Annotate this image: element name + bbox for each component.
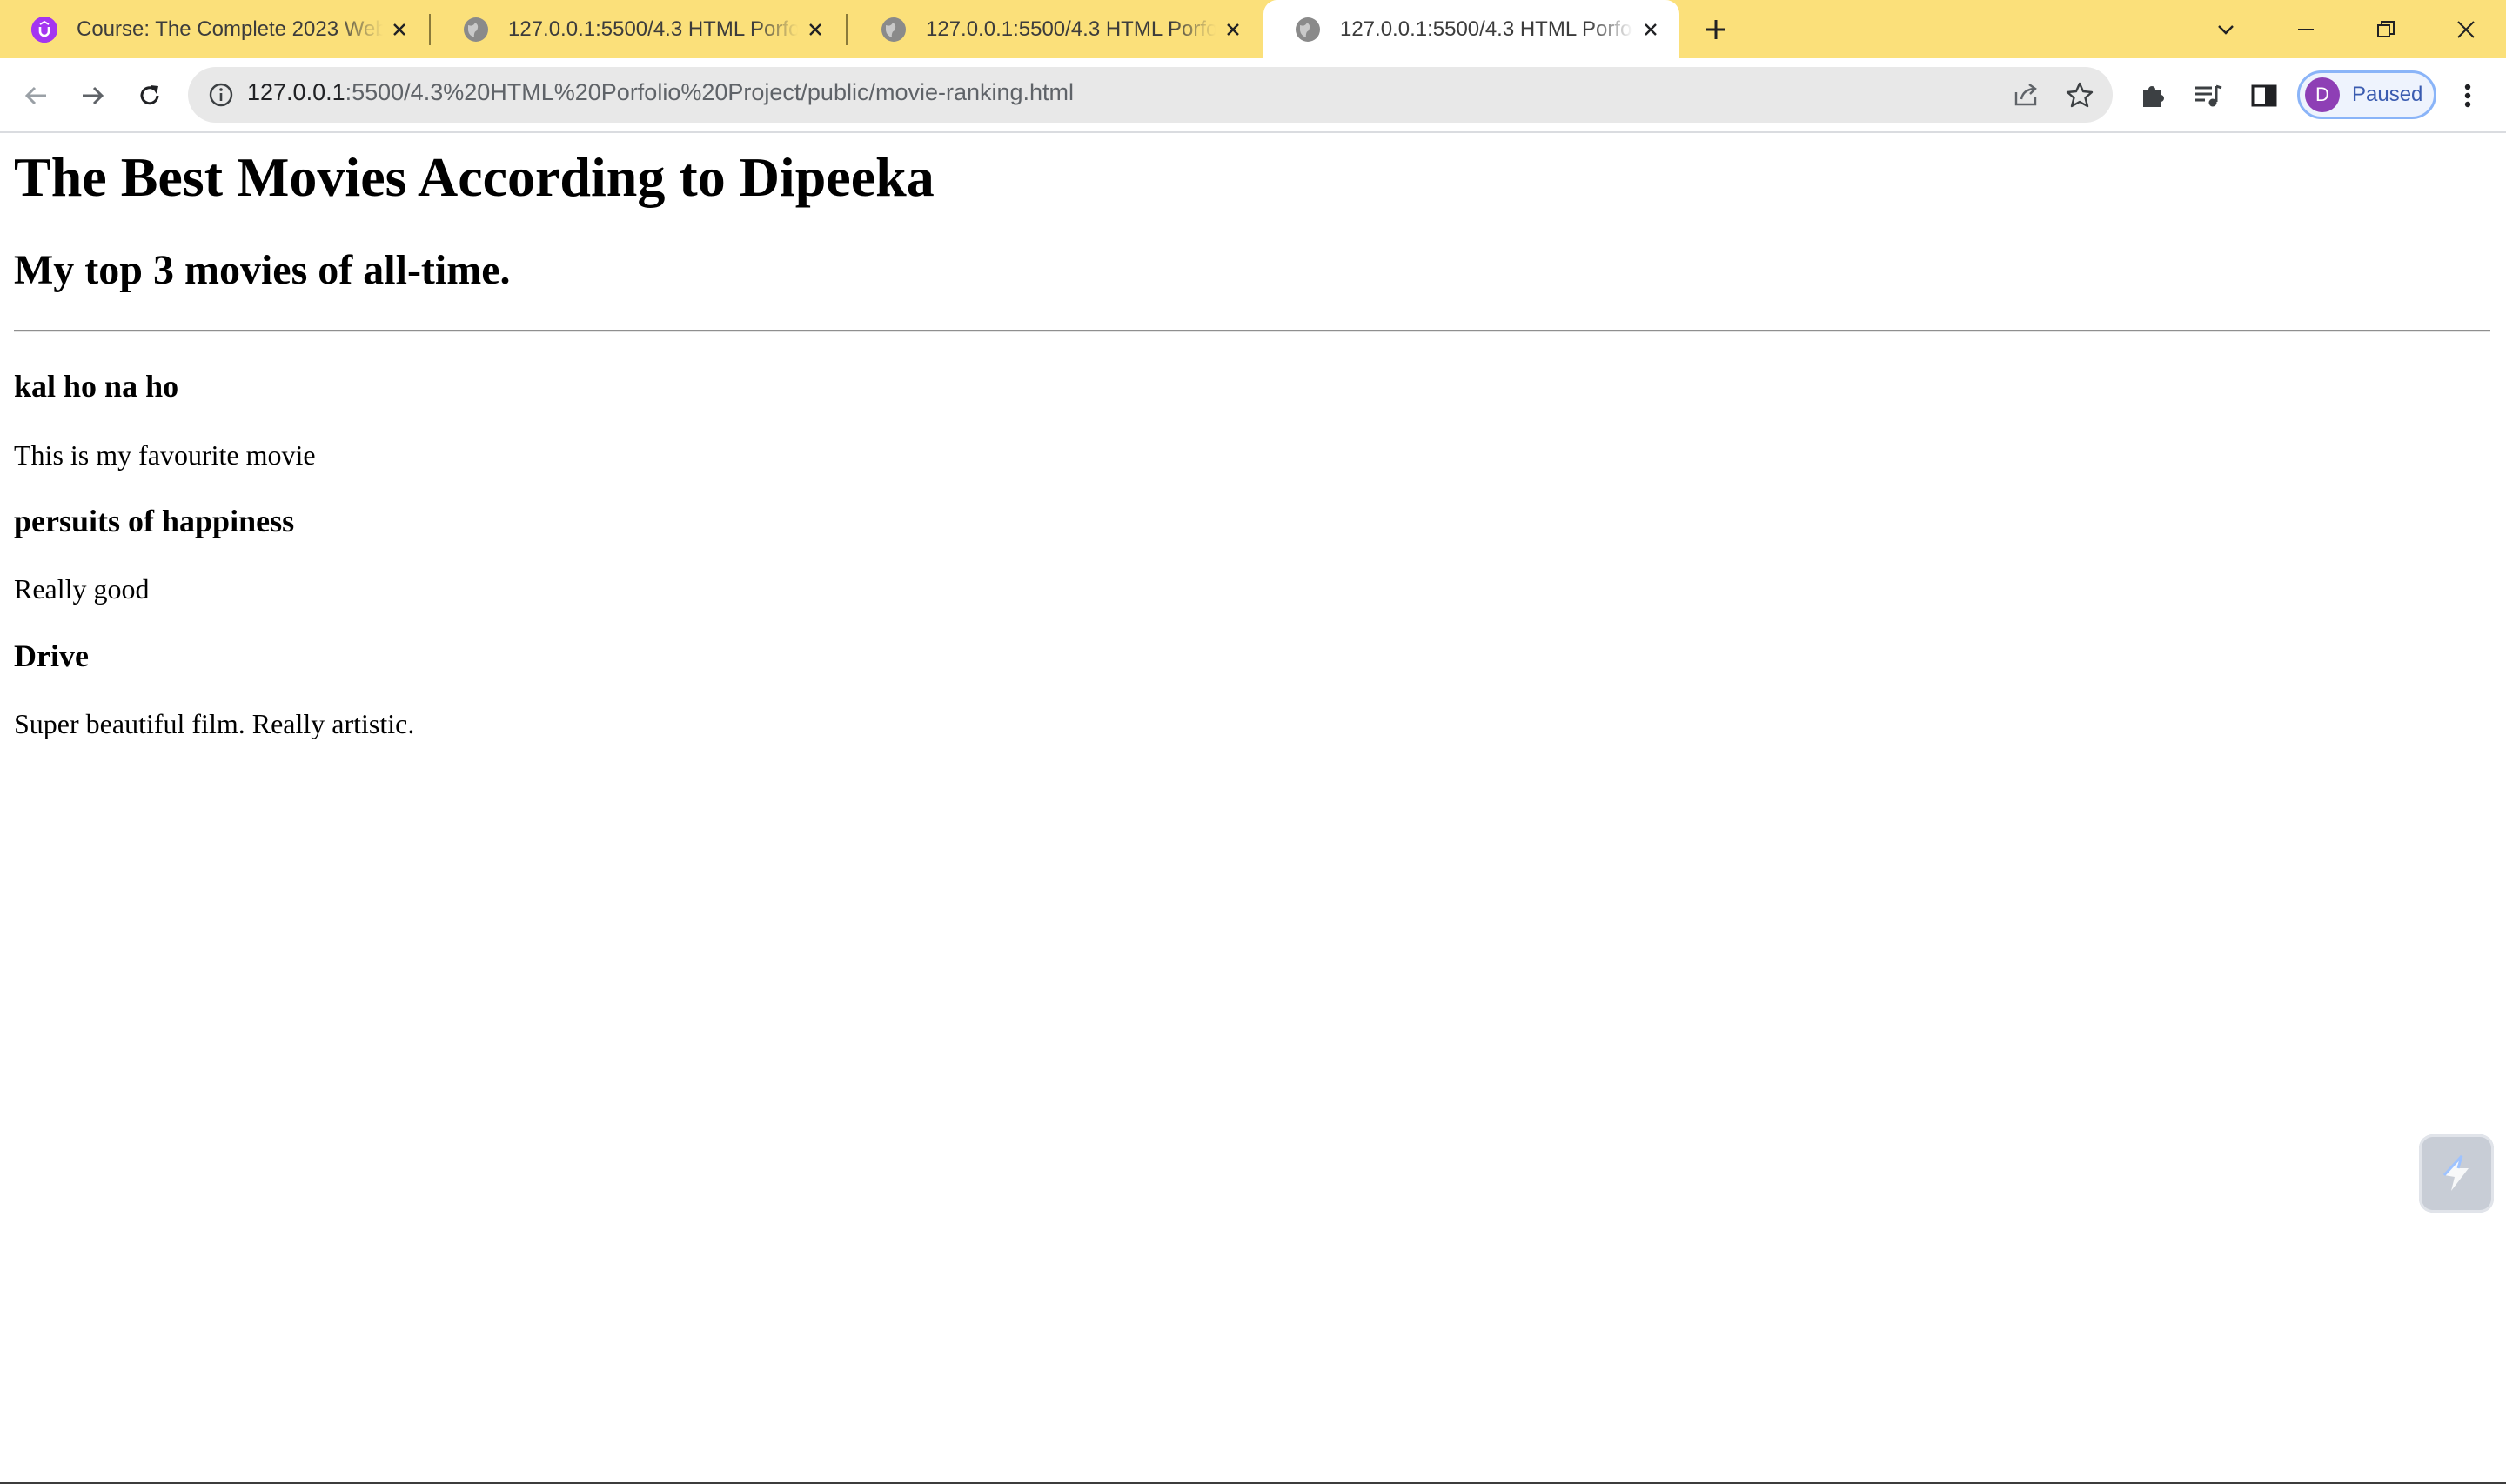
back-button[interactable] [17, 77, 56, 115]
new-tab-button[interactable] [1699, 12, 1733, 47]
url-text: 127.0.0.1:5500/4.3%20HTML%20Porfolio%20P… [247, 79, 1074, 106]
site-info-icon[interactable] [207, 81, 235, 109]
tab-title: 127.0.0.1:5500/4.3 HTML Porfolio Project [1340, 17, 1633, 41]
divider [14, 330, 2490, 332]
share-icon[interactable] [2010, 79, 2041, 110]
browser-toolbar: 127.0.0.1:5500/4.3%20HTML%20Porfolio%20P… [0, 58, 2506, 133]
globe-icon [463, 17, 489, 43]
kebab-menu-icon[interactable] [2450, 78, 2485, 113]
profile-button[interactable]: D Paused [2297, 70, 2436, 119]
movie-title: persuits of happiness [14, 504, 295, 538]
movie-title: Drive [14, 638, 89, 673]
globe-icon [881, 17, 907, 43]
forward-button[interactable] [73, 77, 111, 115]
floating-lightning-button[interactable] [2419, 1134, 2494, 1213]
tab-portfolio-1[interactable]: 127.0.0.1:5500/4.3 HTML Porfolio Project [432, 0, 844, 58]
page-subtitle: My top 3 movies of all-time. [14, 247, 511, 293]
url-path: :5500/4.3%20HTML%20Porfolio%20Project/pu… [345, 79, 1075, 105]
movie-description: Super beautiful film. Really artistic. [14, 708, 415, 739]
address-bar[interactable]: 127.0.0.1:5500/4.3%20HTML%20Porfolio%20P… [188, 67, 2113, 123]
tab-portfolio-2[interactable]: 127.0.0.1:5500/4.3 HTML Porfolio Project [849, 0, 1262, 58]
tab-separator [846, 14, 848, 45]
movie-description: Really good [14, 573, 150, 605]
tab-separator [429, 14, 431, 45]
udemy-icon [31, 16, 57, 43]
close-tab-icon[interactable] [1642, 17, 1660, 42]
close-tab-icon[interactable] [392, 17, 407, 42]
tab-portfolio-active[interactable]: 127.0.0.1:5500/4.3 HTML Porfolio Project [1263, 0, 1679, 58]
avatar: D [2305, 77, 2340, 112]
side-panel-icon[interactable] [2247, 78, 2282, 113]
bookmark-star-icon[interactable] [2064, 79, 2095, 110]
movie-description: This is my favourite movie [14, 439, 316, 471]
page-content: The Best Movies According to Dipeeka My … [0, 133, 2506, 1482]
tab-title: 127.0.0.1:5500/4.3 HTML Porfolio Project [926, 17, 1216, 41]
tab-title: 127.0.0.1:5500/4.3 HTML Porfolio Project [508, 17, 798, 41]
close-tab-icon[interactable] [1224, 17, 1243, 42]
close-window-button[interactable] [2442, 7, 2490, 52]
restore-button[interactable] [2362, 7, 2410, 52]
page-title: The Best Movies According to Dipeeka [14, 146, 935, 208]
tab-title: Course: The Complete 2023 Web Developmen… [77, 17, 383, 41]
globe-icon [1295, 17, 1321, 43]
tab-search-button[interactable] [2201, 7, 2250, 52]
tab-strip: Course: The Complete 2023 Web Developmen… [0, 0, 2506, 58]
tab-udemy-course[interactable]: Course: The Complete 2023 Web Developmen… [0, 0, 426, 58]
close-tab-icon[interactable] [807, 17, 825, 42]
profile-status: Paused [2352, 83, 2423, 106]
reload-button[interactable] [131, 77, 169, 115]
movie-title: kal ho na ho [14, 369, 179, 404]
url-host: 127.0.0.1 [247, 79, 345, 105]
minimize-button[interactable] [2282, 7, 2330, 52]
media-playlist-icon[interactable] [2191, 78, 2226, 113]
lightning-icon [2442, 1154, 2469, 1191]
extensions-puzzle-icon[interactable] [2135, 78, 2170, 113]
